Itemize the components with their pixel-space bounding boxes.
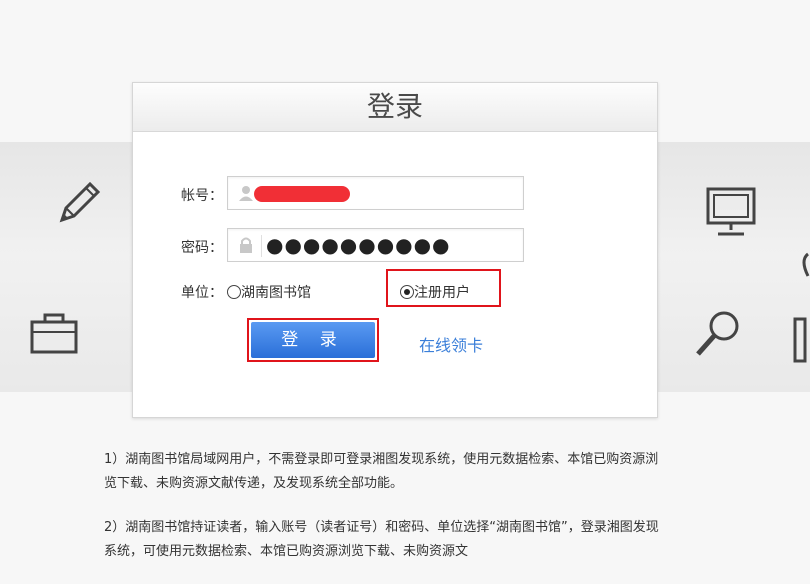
- login-panel: 登录 帐号： 密码： ●●●●●●●●●● 单位： 湖南图书馆 注册用户 登 录…: [132, 82, 658, 418]
- redacted-account-value: [254, 186, 350, 202]
- unit-option-registered-user[interactable]: 注册用户: [400, 282, 470, 302]
- monitor-icon: [704, 186, 758, 238]
- password-field[interactable]: ●●●●●●●●●●: [227, 228, 524, 262]
- radio-hunan-library[interactable]: [227, 285, 241, 299]
- unit-option-label: 注册用户: [414, 285, 470, 301]
- account-field[interactable]: [227, 176, 524, 210]
- radio-registered-user[interactable]: [400, 285, 414, 299]
- online-card-link[interactable]: 在线领卡: [419, 332, 483, 356]
- unit-option-label: 湖南图书馆: [241, 285, 311, 301]
- login-button[interactable]: 登 录: [251, 322, 375, 358]
- panel-title: 登录: [133, 83, 657, 132]
- password-value: ●●●●●●●●●●: [266, 233, 451, 257]
- account-label: 帐号：: [181, 188, 223, 204]
- password-label: 密码：: [181, 240, 223, 256]
- partial-icon: [796, 250, 810, 280]
- book-edge-icon: [792, 316, 810, 364]
- magnifier-icon: [692, 308, 744, 360]
- briefcase-icon: [28, 310, 80, 356]
- pencil-icon: [52, 178, 102, 228]
- field-separator: [261, 235, 262, 257]
- unit-label: 单位：: [181, 285, 223, 301]
- user-icon: [238, 185, 254, 201]
- lock-icon: [238, 237, 254, 253]
- instruction-1: 1）湖南图书馆局域网用户，不需登录即可登录湘图发现系统，使用元数据检索、本馆已购…: [104, 452, 659, 491]
- instruction-2: 2）湖南图书馆持证读者，输入账号（读者证号）和密码、单位选择“湖南图书馆”，登录…: [104, 520, 659, 559]
- unit-option-hunan-library[interactable]: 湖南图书馆: [227, 282, 311, 302]
- instructions: 1）湖南图书馆局域网用户，不需登录即可登录湘图发现系统，使用元数据检索、本馆已购…: [104, 448, 664, 584]
